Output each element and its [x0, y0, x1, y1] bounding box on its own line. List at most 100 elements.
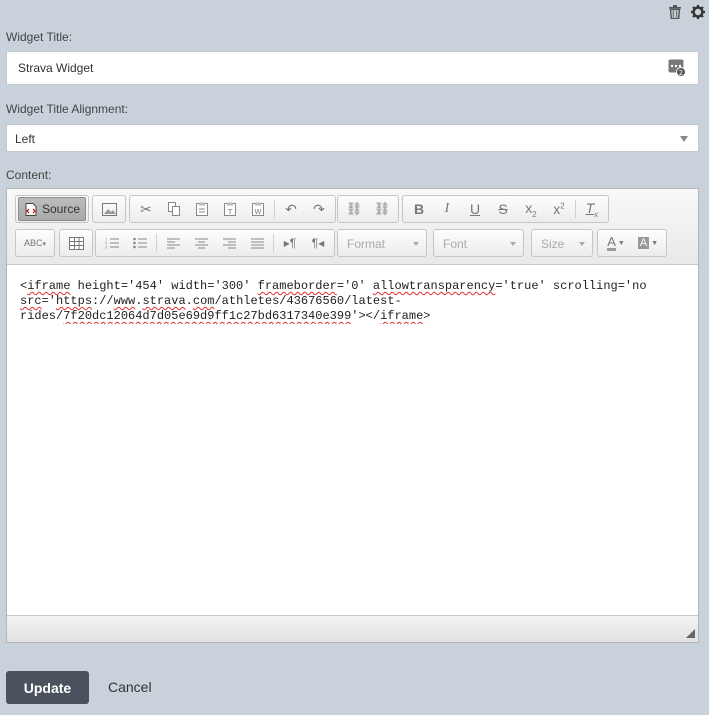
widget-title-input[interactable]: Strava Widget 2 — [6, 51, 699, 85]
code-text: allowtransparency — [372, 279, 496, 293]
code-text: src — [20, 294, 42, 308]
code-text: https — [56, 294, 93, 308]
source-icon — [25, 202, 37, 216]
code-text: /athletes/43676560/latest- — [214, 294, 402, 308]
svg-text:W: W — [255, 208, 262, 216]
ltr-button[interactable]: ▸¶ — [276, 231, 304, 255]
toolbar-separator — [575, 200, 576, 218]
subscript-button[interactable]: x2 — [517, 197, 545, 221]
update-button[interactable]: Update — [6, 671, 89, 704]
copy-icon — [168, 202, 180, 216]
unlink-icon: ⛓ — [373, 201, 391, 216]
code-text: iframe — [27, 279, 71, 293]
text-direction-rtl-icon: ¶◂ — [311, 236, 325, 250]
image-button[interactable] — [95, 197, 123, 221]
chevron-down-icon — [579, 242, 585, 246]
font-combo-label: Font — [443, 237, 468, 251]
svg-text:T: T — [227, 208, 233, 216]
undo-icon: ↶ — [285, 200, 297, 217]
toolbar-separator — [156, 234, 157, 252]
link-button[interactable]: ⛓ — [340, 197, 368, 221]
justify-icon — [250, 238, 264, 248]
title-alignment-select[interactable]: Left — [6, 124, 699, 152]
chevron-down-icon — [510, 242, 516, 246]
paste-word-icon: W — [252, 202, 264, 216]
gear-icon[interactable] — [691, 5, 705, 19]
widget-title-label: Widget Title: — [6, 30, 73, 44]
toolbar-separator — [273, 234, 274, 252]
paste-text-icon: T — [224, 202, 236, 216]
clipboard-group: ✂ T W ↶ ↷ — [129, 195, 336, 223]
dynamic-field-icon[interactable]: 2 — [668, 59, 686, 80]
table-button[interactable] — [62, 231, 90, 255]
align-left-button[interactable] — [159, 231, 187, 255]
link-icon: ⛓ — [345, 201, 363, 216]
cancel-button[interactable]: Cancel — [108, 679, 152, 695]
remove-format-button[interactable]: Tx — [578, 197, 606, 221]
image-icon — [101, 202, 117, 216]
table-group — [59, 229, 93, 257]
format-combo-label: Format — [347, 237, 386, 251]
align-left-icon — [166, 238, 180, 248]
code-text: 7f20dc12064d7d05e69d9ff1c27bd6317340e399 — [63, 309, 352, 323]
align-right-icon — [222, 238, 236, 248]
bold-button[interactable]: B — [405, 197, 433, 221]
numbered-list-button[interactable]: 123 — [98, 231, 126, 255]
resize-handle-icon[interactable] — [686, 629, 695, 638]
code-text: www — [113, 294, 136, 308]
widget-title-value: Strava Widget — [18, 61, 94, 75]
paste-button[interactable] — [188, 197, 216, 221]
source-button[interactable]: Source — [18, 197, 86, 221]
title-alignment-value: Left — [15, 132, 36, 146]
svg-text:3: 3 — [105, 245, 108, 250]
align-center-icon — [194, 238, 208, 248]
background-color-icon: A — [637, 237, 650, 249]
spellcheck-button[interactable]: ABC▾ — [18, 231, 52, 255]
code-text: iframe — [380, 309, 424, 323]
paste-word-button[interactable]: W — [244, 197, 272, 221]
size-combo[interactable]: Size — [531, 229, 593, 257]
spellcheck-group: ABC▾ — [15, 229, 55, 257]
subscript-icon: x2 — [525, 199, 537, 219]
source-label: Source — [42, 202, 81, 216]
italic-button[interactable]: I — [433, 197, 461, 221]
svg-text:2: 2 — [679, 69, 683, 77]
code-text: strava — [142, 294, 186, 308]
trash-icon[interactable] — [669, 5, 681, 19]
background-color-button[interactable]: A ▼ — [632, 231, 664, 255]
cut-button[interactable]: ✂ — [132, 197, 160, 221]
bulleted-list-button[interactable] — [126, 231, 154, 255]
font-combo[interactable]: Font — [433, 229, 524, 257]
remove-format-icon: Tx — [585, 199, 599, 219]
strikethrough-icon: S — [498, 201, 508, 217]
align-center-button[interactable] — [187, 231, 215, 255]
superscript-button[interactable]: x2 — [545, 197, 573, 221]
undo-button[interactable]: ↶ — [277, 197, 305, 221]
underline-button[interactable]: U — [461, 197, 489, 221]
code-text: height='454' width='300' — [70, 279, 258, 293]
justify-button[interactable] — [243, 231, 271, 255]
editor-statusbar — [7, 615, 698, 642]
bold-icon: B — [413, 201, 425, 217]
basic-styles-group: B I U S x2 x2 Tx — [402, 195, 609, 223]
text-color-button[interactable]: A ▼ — [600, 231, 632, 255]
editor-content-area[interactable]: <iframe height='454' width='300' framebo… — [20, 279, 698, 324]
table-icon — [68, 236, 84, 250]
code-text: :// — [92, 294, 114, 308]
color-group: A ▼ A ▼ — [597, 229, 667, 257]
text-color-icon: A — [607, 234, 616, 251]
widget-actions — [669, 5, 705, 19]
redo-button[interactable]: ↷ — [305, 197, 333, 221]
italic-icon: I — [444, 201, 450, 216]
strikethrough-button[interactable]: S — [489, 197, 517, 221]
paste-text-button[interactable]: T — [216, 197, 244, 221]
bulleted-list-icon — [133, 237, 147, 249]
align-right-button[interactable] — [215, 231, 243, 255]
code-text: =' — [41, 294, 57, 308]
unlink-button[interactable]: ⛓ — [368, 197, 396, 221]
size-combo-label: Size — [541, 237, 565, 251]
format-combo[interactable]: Format — [337, 229, 427, 257]
rtl-button[interactable]: ¶◂ — [304, 231, 332, 255]
link-group: ⛓ ⛓ — [337, 195, 399, 223]
copy-button[interactable] — [160, 197, 188, 221]
